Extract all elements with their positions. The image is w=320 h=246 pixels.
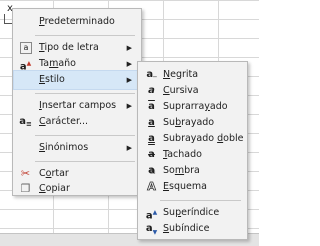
overline-icon: a <box>148 101 155 112</box>
menu-separator <box>35 93 135 94</box>
submenu-arrow-icon: ▶ <box>126 76 132 84</box>
cut-icon: ✂ <box>20 167 31 180</box>
menu-separator <box>35 161 135 162</box>
double-underline-icon: a <box>148 133 155 144</box>
underline-icon: a <box>148 117 155 128</box>
copy-icon: ❐ <box>20 182 31 195</box>
font-size-icon: a▲ <box>19 60 32 73</box>
italic-icon: a <box>148 85 155 96</box>
strikethrough-icon: a <box>148 149 155 160</box>
subscript-icon: a▼ <box>145 223 158 236</box>
submenu-arrow-icon: ▶ <box>126 144 132 152</box>
outline-icon: A <box>147 180 156 194</box>
menu-separator <box>35 135 135 136</box>
menu-item-estilo[interactable]: Estilo ▶ <box>13 70 141 90</box>
bold-icon: a─ <box>146 69 157 81</box>
font-name-icon: a <box>20 42 32 54</box>
menu-item-sinonimos[interactable]: Sinónimos ▶ <box>14 139 140 157</box>
style-submenu: a─ Negrita a Cursiva a Suprarrayado a Su… <box>137 61 248 240</box>
menu-item-predeterminado[interactable]: Predeterminado <box>14 13 140 31</box>
menu-item-copiar[interactable]: ❐ Copiar <box>14 180 140 198</box>
context-menu: Predeterminado a Tipo de letra ▶ a▲ Tama… <box>12 8 142 196</box>
menu-item-caracter[interactable]: a≡ Carácter... <box>14 113 140 131</box>
menu-separator <box>160 200 241 201</box>
character-icon: a≡ <box>19 116 32 128</box>
menu-separator <box>35 35 135 36</box>
submenu-item-esquema[interactable]: A Esquema <box>139 178 246 196</box>
superscript-icon: a▲ <box>145 209 158 222</box>
shadow-icon: a <box>148 165 155 176</box>
submenu-item-subindice[interactable]: a▼ Subíndice <box>139 220 246 238</box>
